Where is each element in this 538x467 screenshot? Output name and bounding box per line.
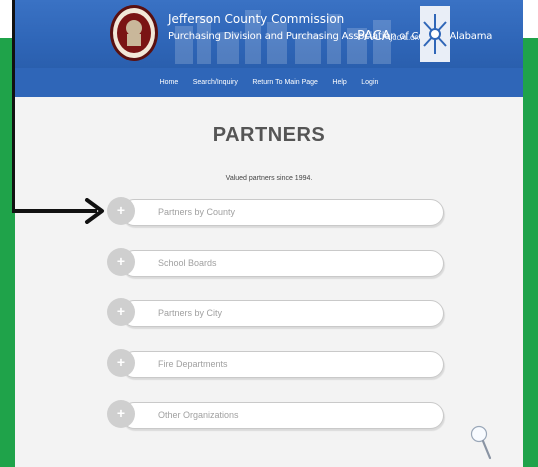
accordion-bar[interactable]: Partners by County (121, 199, 444, 226)
county-seal-logo (110, 5, 158, 61)
arrow-vertical-segment (12, 0, 15, 212)
nav-search-inquiry[interactable]: Search/Inquiry (193, 68, 238, 97)
page-title: PARTNERS (212, 124, 326, 146)
arrow-right-icon (85, 198, 104, 224)
accordion-label: Other Organizations (158, 410, 239, 420)
accordion-label: Fire Departments (158, 359, 228, 369)
accordion-label: Partners by City (158, 308, 223, 318)
accordion-label: School Boards (158, 258, 217, 268)
nav-home[interactable]: Home (160, 68, 179, 97)
expand-plus-icon[interactable]: + (107, 248, 135, 276)
page: Jefferson County Commission Purchasing D… (15, 0, 523, 467)
org-title: Jefferson County Commission (168, 12, 345, 26)
paca-suffix: JCCAL.ORG (390, 35, 424, 42)
paca-wordmark: PACAJCCAL.ORG (357, 29, 424, 44)
accordion-bar[interactable]: Fire Departments (121, 351, 444, 378)
accordion-bar[interactable]: School Boards (121, 250, 444, 277)
paca-main: PACA (357, 29, 391, 44)
nav-login[interactable]: Login (361, 68, 378, 97)
expand-plus-icon[interactable]: + (107, 197, 135, 225)
expand-plus-icon[interactable]: + (107, 349, 135, 377)
accordion-school-boards[interactable]: School Boards + (107, 248, 444, 279)
accordion-bar[interactable]: Other Organizations (121, 402, 444, 429)
accordion-partners-by-city[interactable]: Partners by City + (107, 298, 444, 329)
expand-plus-icon[interactable]: + (107, 298, 135, 326)
accordion-label: Partners by County (158, 207, 236, 217)
accordion-partners-by-county[interactable]: Partners by County + (107, 197, 444, 228)
accordion-other-organizations[interactable]: Other Organizations + (107, 400, 444, 431)
nav-return-main[interactable]: Return To Main Page (252, 68, 318, 97)
expand-plus-icon[interactable]: + (107, 400, 135, 428)
header-banner: Jefferson County Commission Purchasing D… (15, 0, 523, 68)
page-subtitle: Valued partners since 1994. (225, 175, 313, 182)
nav-help[interactable]: Help (332, 68, 346, 97)
main-nav: Home Search/Inquiry Return To Main Page … (15, 68, 523, 97)
accordion-bar[interactable]: Partners by City (121, 300, 444, 327)
accordion-fire-departments[interactable]: Fire Departments + (107, 349, 444, 380)
paca-snowflake-logo (420, 6, 450, 62)
magnifier-icon[interactable] (470, 424, 494, 462)
